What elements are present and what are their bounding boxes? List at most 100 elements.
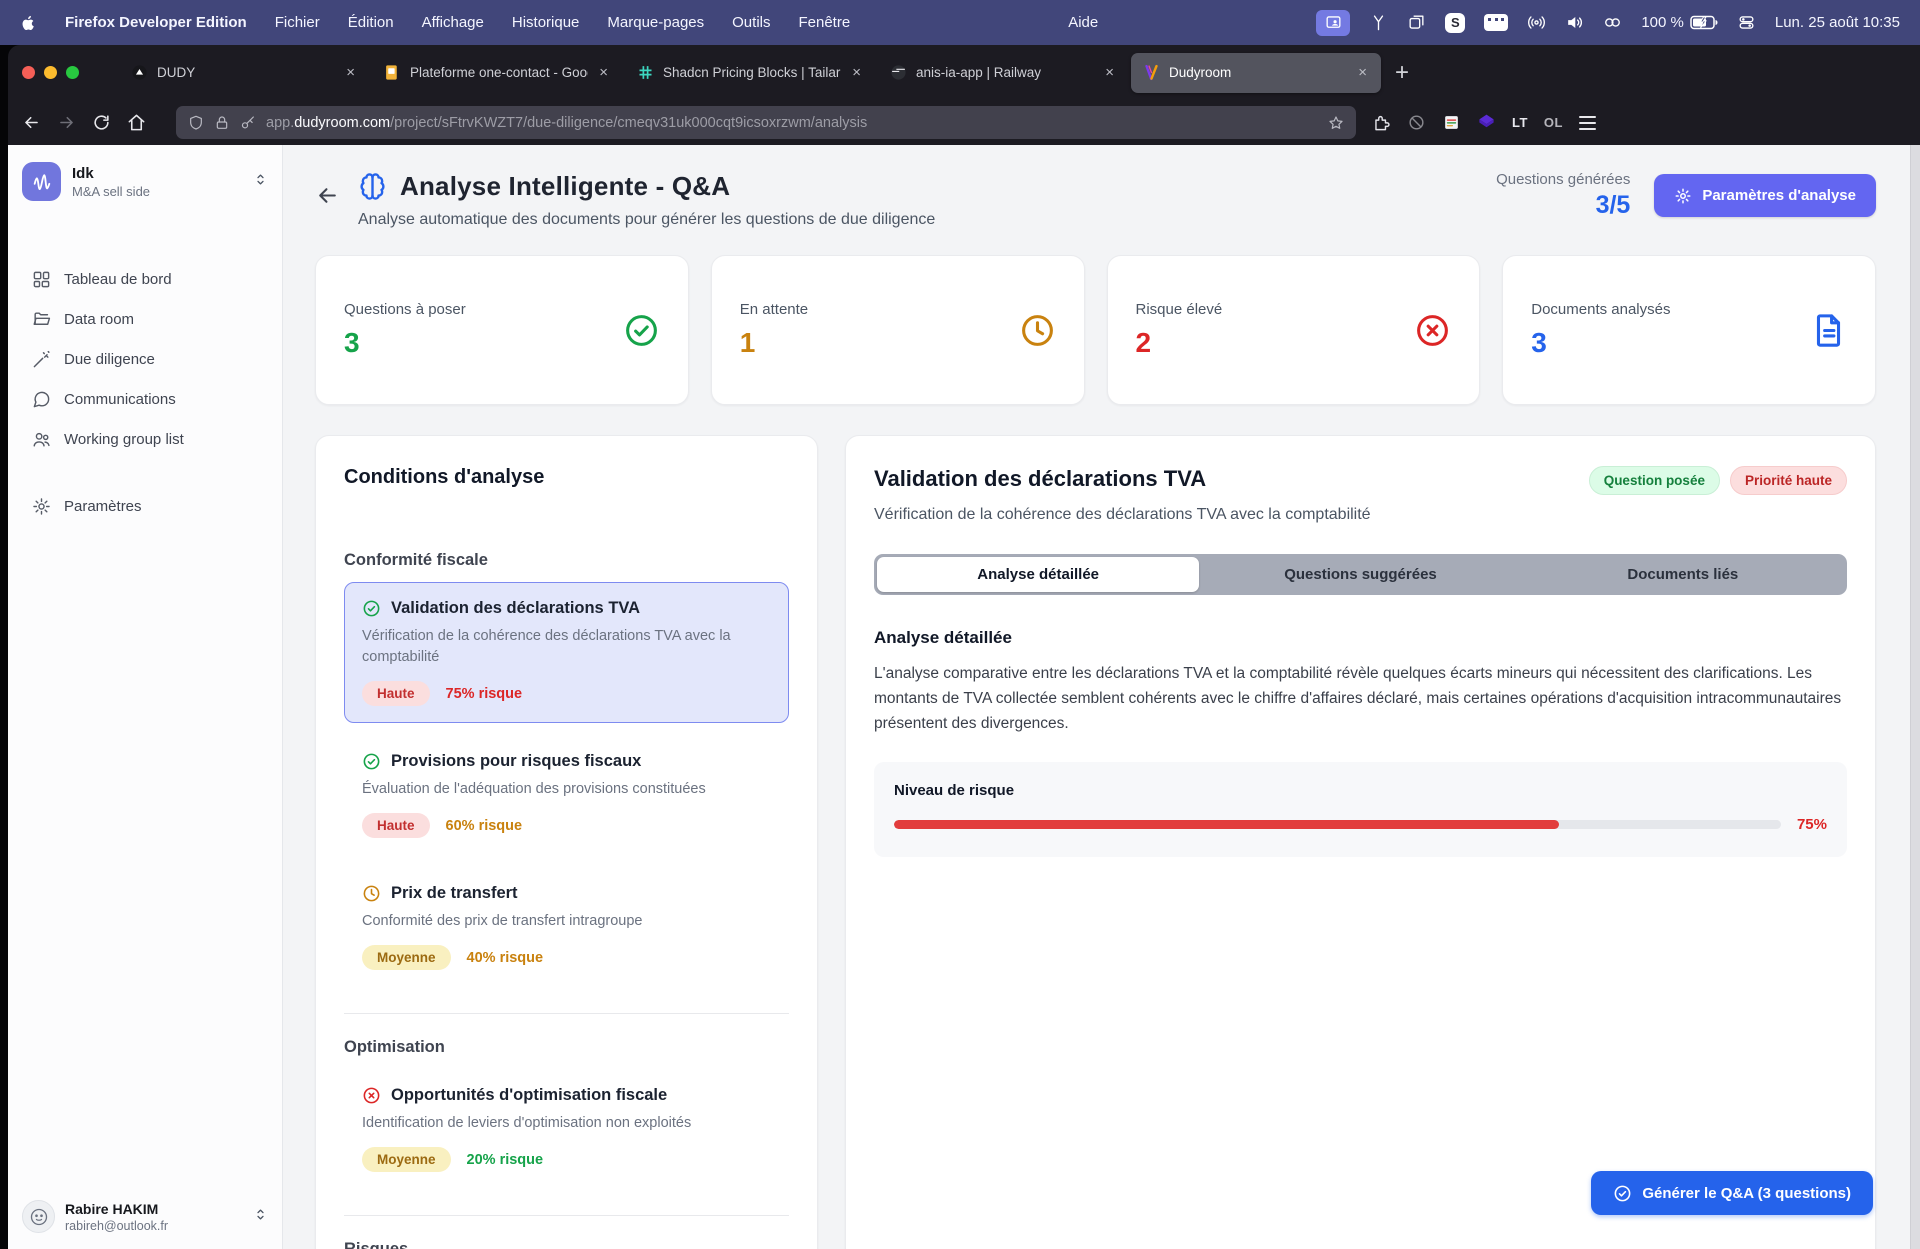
menubar-app-name[interactable]: Firefox Developer Edition <box>65 14 247 31</box>
home-icon[interactable] <box>127 113 146 132</box>
back-icon[interactable] <box>22 113 41 132</box>
url-text[interactable]: app.dudyroom.com/project/sFtrvKWZT7/due-… <box>266 115 867 131</box>
forward-icon[interactable] <box>57 113 76 132</box>
keyboard-icon[interactable] <box>1484 14 1508 31</box>
sidebar-item-working-group-list[interactable]: Working group list <box>22 419 268 459</box>
sidebar-item-label: Paramètres <box>64 498 142 515</box>
shortcuts-icon[interactable] <box>1369 13 1388 32</box>
skype-icon[interactable]: S <box>1445 13 1465 33</box>
severity-badge: Moyenne <box>362 945 451 970</box>
menu-edition[interactable]: Édition <box>348 14 394 31</box>
menu-marque-pages[interactable]: Marque-pages <box>607 14 704 31</box>
workspace-switcher[interactable]: Idk M&A sell side <box>22 162 268 201</box>
tab-close-icon[interactable]: × <box>850 64 863 81</box>
extensions-puzzle-icon[interactable] <box>1372 113 1391 132</box>
workspace-caret-icon[interactable] <box>253 172 268 192</box>
sidebar-settings-group: Paramètres <box>22 486 268 526</box>
dashboard-icon <box>32 270 51 289</box>
notes-extension-icon[interactable] <box>1442 113 1461 132</box>
screen-mirroring-icon[interactable] <box>1316 10 1350 36</box>
menu-historique[interactable]: Historique <box>512 14 580 31</box>
shield-icon[interactable] <box>188 115 204 131</box>
zoom-window-button[interactable] <box>66 66 79 79</box>
profile-badge[interactable]: OL <box>1544 115 1563 130</box>
sidebar-user[interactable]: Rabire HAKIM rabireh@outlook.fr <box>22 1200 268 1233</box>
conditions-panel: Conditions d'analyse Conformité fiscale … <box>315 435 818 1249</box>
minimize-window-button[interactable] <box>44 66 57 79</box>
url-bar[interactable]: app.dudyroom.com/project/sFtrvKWZT7/due-… <box>176 106 1356 139</box>
tab-analyse-detaillee[interactable]: Analyse détaillée <box>877 557 1199 592</box>
condition-item-opportunites[interactable]: Opportunités d'optimisation fiscale Iden… <box>344 1069 789 1189</box>
back-button[interactable] <box>315 183 340 213</box>
tab-close-icon[interactable]: × <box>1356 64 1369 81</box>
sidebar-item-tableau-de-bord[interactable]: Tableau de bord <box>22 259 268 299</box>
stat-value: 3 <box>1531 327 1670 359</box>
new-tab-button[interactable]: + <box>1395 59 1409 87</box>
apple-logo-icon[interactable] <box>20 13 37 33</box>
main-area: Analyse Intelligente - Q&A Analyse autom… <box>283 145 1920 1249</box>
detail-subtitle: Vérification de la cohérence des déclara… <box>874 506 1847 524</box>
analysis-settings-button[interactable]: Paramètres d'analyse <box>1654 174 1876 217</box>
sidebar-item-communications[interactable]: Communications <box>22 379 268 419</box>
sidebar-item-parametres[interactable]: Paramètres <box>22 486 268 526</box>
risk-progress-fill <box>894 820 1559 829</box>
page-scrollbar[interactable] <box>1910 145 1920 1249</box>
tab-close-icon[interactable]: × <box>344 64 357 81</box>
sidebar-item-due-diligence[interactable]: Due diligence <box>22 339 268 379</box>
tab-close-icon[interactable]: × <box>1103 64 1116 81</box>
close-window-button[interactable] <box>22 66 35 79</box>
menu-affichage[interactable]: Affichage <box>422 14 484 31</box>
risk-percent: 75% risque <box>446 686 523 702</box>
condition-item-provisions[interactable]: Provisions pour risques fiscaux Évaluati… <box>344 735 789 855</box>
avatar-face-icon <box>29 1207 49 1227</box>
condition-item-prix-transfert[interactable]: Prix de transfert Conformité des prix de… <box>344 867 789 987</box>
menu-aide[interactable]: Aide <box>1068 14 1098 31</box>
menu-hamburger-icon[interactable] <box>1579 116 1596 130</box>
link-icon[interactable] <box>1603 13 1622 32</box>
control-center-icon[interactable] <box>1737 13 1756 32</box>
section-divider <box>344 1013 789 1014</box>
menu-outils[interactable]: Outils <box>732 14 770 31</box>
tab-railway[interactable]: anis-ia-app | Railway × <box>878 53 1128 93</box>
generate-qa-button[interactable]: Générer le Q&A (3 questions) <box>1591 1171 1873 1215</box>
tab-questions-suggerees[interactable]: Questions suggérées <box>1199 557 1521 592</box>
tab-documents-lies[interactable]: Documents liés <box>1522 557 1844 592</box>
condition-title: Opportunités d'optimisation fiscale <box>391 1086 667 1105</box>
priority-badge-haute: Priorité haute <box>1730 466 1847 495</box>
airdrop-icon[interactable] <box>1527 13 1546 32</box>
chat-bubble-icon <box>32 390 51 409</box>
tab-one-contact[interactable]: Plateforme one-contact - Googl × <box>372 53 622 93</box>
analysis-section-title: Analyse détaillée <box>874 628 1847 648</box>
menubar-clock[interactable]: Lun. 25 août 10:35 <box>1775 14 1900 31</box>
detail-title: Validation des déclarations TVA <box>874 466 1206 492</box>
gear-icon <box>1674 187 1692 205</box>
clock-icon <box>362 884 381 903</box>
windows-icon[interactable] <box>1407 13 1426 32</box>
lock-icon[interactable] <box>214 115 230 131</box>
bookmark-star-icon[interactable] <box>1328 115 1344 131</box>
volume-icon[interactable] <box>1565 13 1584 32</box>
stat-label: Questions à poser <box>344 301 466 318</box>
tab-dudy[interactable]: DUDY × <box>119 53 369 93</box>
check-circle-icon <box>362 752 381 771</box>
detail-panel: Validation des déclarations TVA Question… <box>845 435 1876 1249</box>
purple-extension-icon[interactable] <box>1477 113 1496 132</box>
tab-dudyroom-active[interactable]: Dudyroom × <box>1131 53 1381 93</box>
condition-item-validation-tva[interactable]: Validation des déclarations TVA Vérifica… <box>344 582 789 723</box>
risk-level-label: Niveau de risque <box>894 782 1827 799</box>
severity-badge: Moyenne <box>362 1147 451 1172</box>
menu-fichier[interactable]: Fichier <box>275 14 320 31</box>
battery-status[interactable]: 100 % <box>1641 14 1718 31</box>
adblock-icon[interactable] <box>1407 113 1426 132</box>
tab-shadcn-tailark[interactable]: Shadcn Pricing Blocks | Tailark × <box>625 53 875 93</box>
languagetool-icon[interactable]: LT <box>1512 115 1528 130</box>
condition-desc: Vérification de la cohérence des déclara… <box>362 626 771 668</box>
reload-icon[interactable] <box>92 113 111 132</box>
stat-value: 2 <box>1136 327 1223 359</box>
sidebar-item-data-room[interactable]: Data room <box>22 299 268 339</box>
tab-close-icon[interactable]: × <box>597 64 610 81</box>
users-icon <box>32 430 51 449</box>
user-caret-icon[interactable] <box>253 1207 268 1227</box>
key-icon[interactable] <box>240 115 256 131</box>
menu-fenetre[interactable]: Fenêtre <box>798 14 850 31</box>
